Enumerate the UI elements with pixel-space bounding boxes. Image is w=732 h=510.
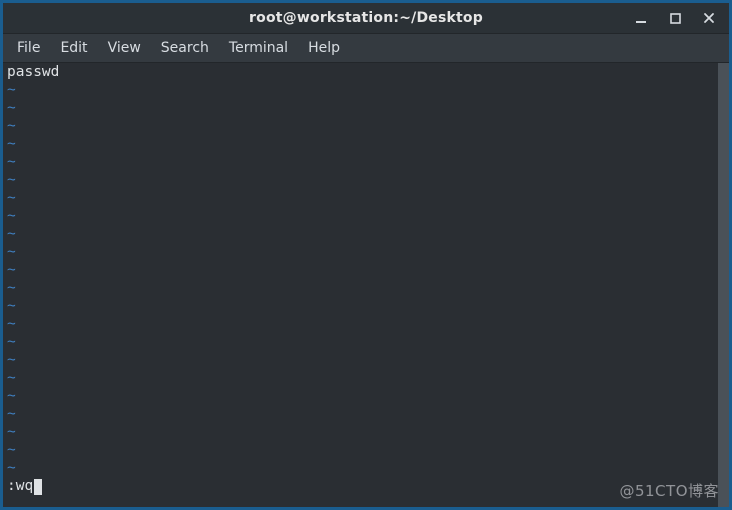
empty-line-marker: ~ [7,297,715,315]
maximize-icon [670,13,681,24]
empty-line-marker: ~ [7,261,715,279]
menu-terminal[interactable]: Terminal [219,36,298,60]
scrollbar-thumb[interactable] [718,63,729,507]
terminal-output[interactable]: passwd~~~~~~~~~~~~~~~~~~~~~~:wq [3,63,717,507]
vim-command-line[interactable]: :wq [7,477,715,495]
empty-line-marker: ~ [7,315,715,333]
menubar: File Edit View Search Terminal Help [3,34,729,63]
maximize-button[interactable] [665,8,685,28]
empty-line-marker: ~ [7,135,715,153]
empty-line-marker: ~ [7,171,715,189]
window-controls [625,3,725,33]
menu-edit[interactable]: Edit [50,36,97,60]
empty-line-marker: ~ [7,405,715,423]
empty-line-marker: ~ [7,459,715,477]
empty-line-marker: ~ [7,117,715,135]
empty-line-marker: ~ [7,387,715,405]
empty-line-marker: ~ [7,279,715,297]
menu-view[interactable]: View [98,36,151,60]
menu-file[interactable]: File [7,36,50,60]
empty-line-marker: ~ [7,351,715,369]
minimize-icon [635,12,647,24]
menu-help[interactable]: Help [298,36,350,60]
empty-line-marker: ~ [7,81,715,99]
menu-search[interactable]: Search [151,36,219,60]
file-content-line: passwd [7,63,715,81]
vim-command-text: :wq [7,477,33,495]
empty-line-marker: ~ [7,225,715,243]
scrollbar[interactable] [717,63,729,507]
empty-line-marker: ~ [7,243,715,261]
close-button[interactable] [699,8,719,28]
empty-line-marker: ~ [7,189,715,207]
empty-line-marker: ~ [7,333,715,351]
text-cursor [34,479,42,495]
empty-line-marker: ~ [7,207,715,225]
titlebar: root@workstation:~/Desktop [3,3,729,34]
minimize-button[interactable] [631,8,651,28]
empty-line-marker: ~ [7,153,715,171]
close-icon [703,12,715,24]
empty-line-marker: ~ [7,423,715,441]
terminal-area[interactable]: passwd~~~~~~~~~~~~~~~~~~~~~~:wq @51CTO博客 [3,63,729,507]
window-title: root@workstation:~/Desktop [249,10,483,26]
empty-line-marker: ~ [7,369,715,387]
empty-line-marker: ~ [7,99,715,117]
terminal-window: root@workstation:~/Desktop File Edit Vie… [0,0,732,510]
empty-line-marker: ~ [7,441,715,459]
